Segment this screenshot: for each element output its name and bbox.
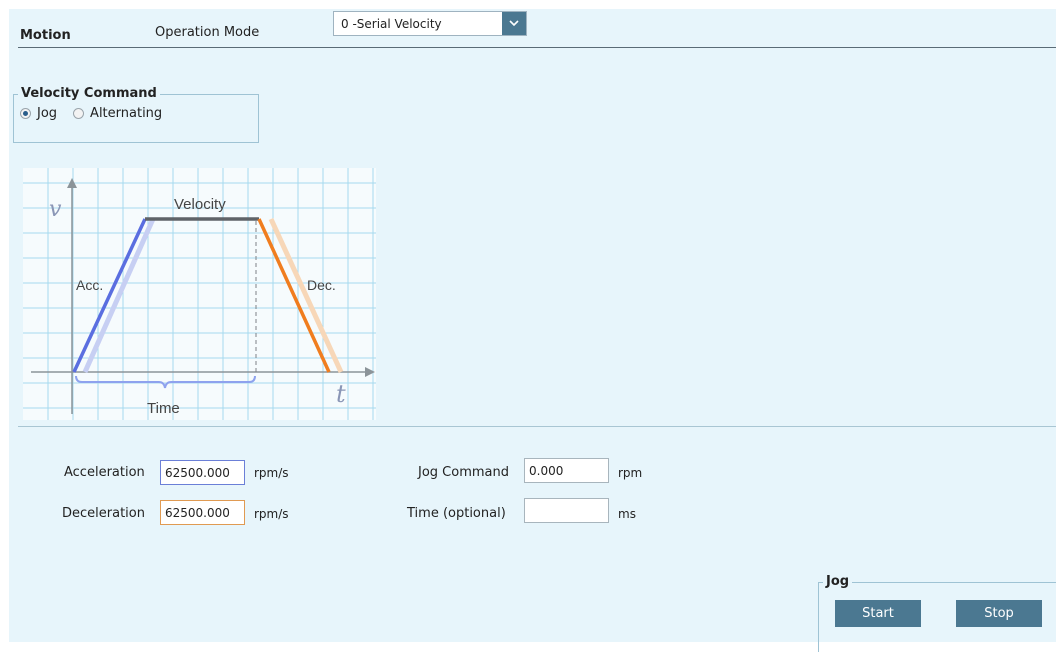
time-optional-label: Time (optional) [407, 506, 506, 521]
acc-label: Acc. [76, 277, 103, 293]
start-button[interactable]: Start [835, 600, 921, 627]
dropdown-button[interactable] [502, 12, 526, 35]
acceleration-label: Acceleration [64, 465, 145, 480]
acceleration-unit: rpm/s [254, 466, 289, 480]
section-divider [18, 426, 1056, 427]
time-optional-input[interactable] [524, 498, 609, 523]
deceleration-label: Deceleration [62, 506, 145, 521]
velocity-command-options: Jog Alternating [20, 106, 162, 121]
chevron-down-icon [509, 20, 519, 27]
acceleration-input[interactable] [160, 460, 245, 485]
operation-mode-label: Operation Mode [155, 25, 260, 40]
jog-legend: Jog [823, 574, 853, 589]
stop-button[interactable]: Stop [956, 600, 1042, 627]
velocity-profile-graphic: v t Velocity Acc. Dec. Time [23, 168, 376, 420]
time-optional-unit: ms [618, 507, 636, 521]
jog-command-label: Jog Command [418, 465, 509, 480]
dec-label: Dec. [307, 277, 336, 293]
deceleration-input[interactable] [160, 500, 245, 525]
deceleration-ramp [257, 218, 331, 373]
t-axis-label: t [336, 380, 346, 408]
velocity-label: Velocity [174, 196, 226, 213]
jog-command-input[interactable] [524, 458, 609, 483]
jog-radio-label: Jog [37, 106, 58, 121]
operation-mode-value: 0 -Serial Velocity [341, 17, 442, 31]
time-label: Time [147, 400, 180, 417]
section-title: Motion [20, 28, 71, 43]
velocity-command-group: Velocity Command Jog Alternating [13, 86, 259, 143]
motion-panel: Motion Operation Mode 0 -Serial Velocity… [9, 9, 1056, 652]
velocity-profile-diagram: v t Velocity Acc. Dec. Time [23, 168, 376, 420]
header-divider [18, 47, 1056, 48]
acceleration-ramp [72, 218, 147, 373]
jog-radio[interactable] [20, 108, 31, 119]
jog-command-unit: rpm [618, 466, 643, 480]
velocity-command-legend: Velocity Command [18, 86, 160, 101]
alternating-radio[interactable] [73, 108, 85, 119]
deceleration-unit: rpm/s [254, 507, 289, 521]
alternating-radio-label: Alternating [90, 106, 163, 121]
v-axis-label: v [49, 197, 62, 222]
operation-mode-select[interactable]: 0 -Serial Velocity [333, 11, 527, 36]
